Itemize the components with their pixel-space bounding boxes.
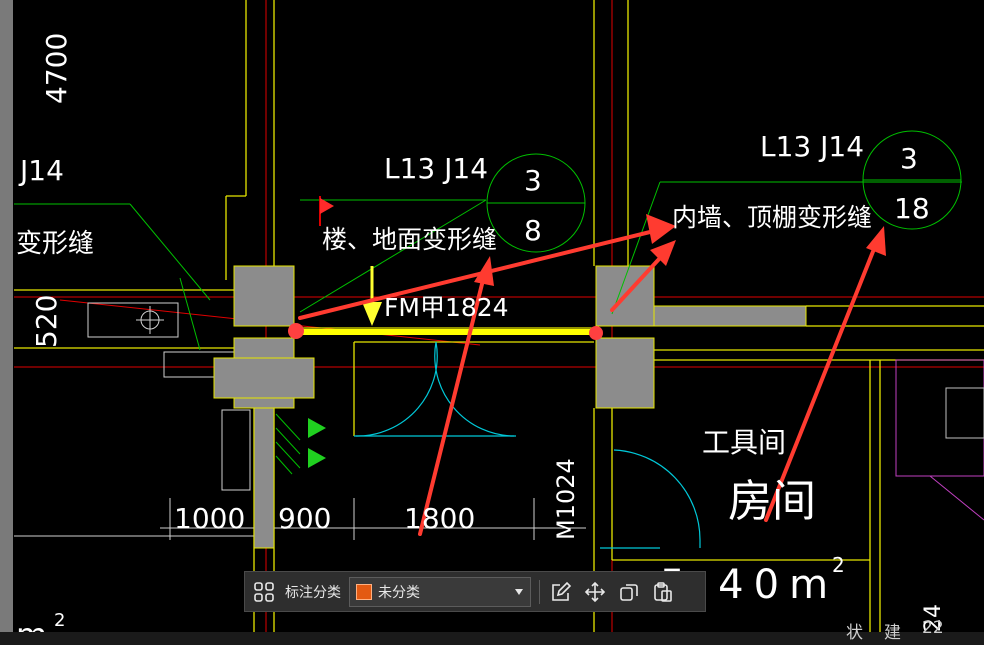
bottom-text-1: 状 bbox=[846, 623, 863, 643]
corner-m2-sup: 2 bbox=[54, 610, 65, 631]
bottom-status-strip bbox=[0, 632, 984, 645]
ref-mid: L13 J14 bbox=[384, 152, 488, 185]
room-big: 房间 bbox=[728, 476, 816, 527]
paste-icon[interactable] bbox=[650, 579, 676, 605]
grid-icon[interactable] bbox=[251, 579, 277, 605]
area-sup: 2 bbox=[832, 553, 845, 577]
category-label: 标注分类 bbox=[285, 584, 341, 601]
edit-icon[interactable] bbox=[548, 579, 574, 605]
ref-right: L13 J14 bbox=[760, 130, 864, 163]
cad-drawing[interactable]: 4700 520 J14 变形缝 L13 J14 3 8 楼、地面变形缝 FM甲… bbox=[0, 0, 984, 645]
room-name: 工具间 bbox=[702, 426, 786, 459]
dim-520: 520 bbox=[30, 295, 63, 348]
bottom-text-3: 22 bbox=[922, 618, 944, 638]
door-m1024: M1024 bbox=[552, 458, 580, 540]
circle-right-bottom: 18 bbox=[894, 192, 930, 225]
chevron-down-icon bbox=[514, 584, 524, 600]
category-color-swatch bbox=[356, 583, 372, 600]
category-dropdown[interactable]: 未分类 bbox=[349, 576, 531, 607]
dim-1800: 1800 bbox=[404, 502, 475, 535]
category-value: 未分类 bbox=[378, 584, 420, 601]
note-floor: 楼、地面变形缝 bbox=[322, 225, 497, 254]
move-icon[interactable] bbox=[582, 579, 608, 605]
dim-1000: 1000 bbox=[174, 502, 245, 535]
copy-icon[interactable] bbox=[616, 579, 642, 605]
hatch bbox=[275, 413, 301, 475]
circle-mid-top: 3 bbox=[524, 164, 542, 197]
note-wall: 内墙、顶棚变形缝 bbox=[672, 203, 872, 232]
drawing-labels: 4700 520 J14 变形缝 L13 J14 3 8 楼、地面变形缝 FM甲… bbox=[16, 33, 946, 645]
annotation-toolbar: 标注分类 未分类 bbox=[244, 571, 706, 612]
door-code: FM甲1824 bbox=[384, 293, 509, 322]
circle-mid-bottom: 8 bbox=[524, 214, 542, 247]
cad-viewport[interactable]: 4700 520 J14 变形缝 L13 J14 3 8 楼、地面变形缝 FM甲… bbox=[0, 0, 984, 645]
left-note: 变形缝 bbox=[16, 229, 94, 259]
dim-900: 900 bbox=[278, 502, 331, 535]
ref-left: J14 bbox=[18, 154, 64, 187]
dim-4700: 4700 bbox=[40, 33, 73, 104]
circle-right-top: 3 bbox=[900, 142, 918, 175]
right-room bbox=[895, 359, 984, 521]
bottom-text-2: 建 bbox=[884, 623, 901, 643]
toolbar-divider bbox=[539, 579, 540, 604]
green-triangles bbox=[308, 418, 326, 468]
